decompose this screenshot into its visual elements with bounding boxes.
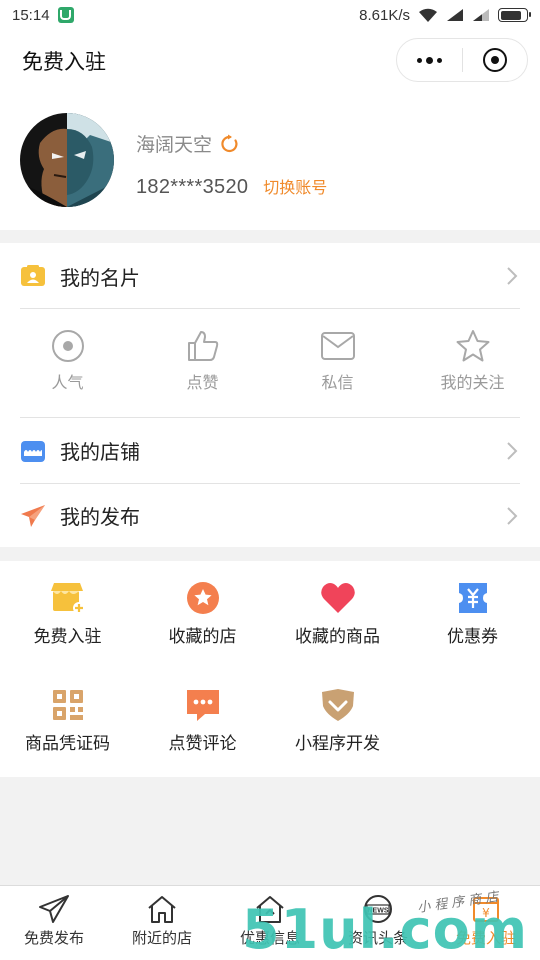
battery-icon <box>498 8 531 22</box>
grid-label: 收藏的店 <box>168 627 237 646</box>
stat-following[interactable]: 我的关注 <box>405 309 540 417</box>
signal-icon <box>447 9 463 21</box>
grid-item-coupons[interactable]: 优惠券 <box>405 581 540 647</box>
status-time: 15:14 <box>12 6 50 24</box>
tab-nearby-shops[interactable]: 附近的店 <box>108 886 216 960</box>
tab-label: 免费发布 <box>23 930 84 947</box>
my-card-label: 我的名片 <box>60 267 140 290</box>
stats-row: 人气 点赞 私信 我的关注 <box>0 309 540 417</box>
grid-label: 商品凭证码 <box>25 734 110 753</box>
yuan-badge-text: ¥ <box>482 906 490 920</box>
grid-label: 点赞评论 <box>168 734 237 753</box>
phone-number: 182****3520 <box>136 176 249 198</box>
star-icon <box>456 330 489 362</box>
stat-label: 点赞 <box>186 375 219 392</box>
paper-plane-icon <box>21 504 45 527</box>
close-target-icon <box>482 48 507 72</box>
yuan-shop-icon: ¥ <box>473 897 499 922</box>
my-card-row[interactable]: 我的名片 <box>20 243 520 309</box>
grid-item-fav-goods[interactable]: 收藏的商品 <box>270 581 405 647</box>
heart-icon <box>320 583 355 613</box>
tab-bar: 免费发布 附近的店 优惠信息 NEWS 资讯头条 ¥ 免费入驻 <box>0 885 540 960</box>
wifi-icon <box>419 8 437 22</box>
coupon-icon <box>458 583 487 613</box>
mini-program-capsule <box>396 38 528 82</box>
feature-grid: 免费入驻 收藏的店 收藏的商品 优惠券 商品凭证码 点赞评论 小程序开发 <box>0 561 540 777</box>
star-badge-icon <box>186 582 219 614</box>
grid-item-fav-shops[interactable]: 收藏的店 <box>135 581 270 647</box>
my-store-label: 我的店铺 <box>60 442 140 464</box>
home-icon <box>148 896 176 923</box>
my-store-row[interactable]: 我的店铺 <box>20 418 520 483</box>
page-title: 免费入驻 <box>22 51 106 74</box>
grid-label: 优惠券 <box>447 627 498 646</box>
tab-news[interactable]: NEWS 资讯头条 <box>324 886 432 960</box>
more-dots-icon <box>416 56 442 64</box>
tab-free-publish[interactable]: 免费发布 <box>0 886 108 960</box>
id-card-icon <box>21 265 45 286</box>
grid-item-like-comment[interactable]: 点赞评论 <box>135 688 270 754</box>
store-icon <box>21 440 45 462</box>
stat-likes[interactable]: 点赞 <box>135 309 270 417</box>
shield-icon <box>57 7 74 23</box>
stat-label: 人气 <box>51 375 84 392</box>
stat-label: 私信 <box>321 375 354 392</box>
grid-item-voucher-code[interactable]: 商品凭证码 <box>0 688 135 754</box>
net-speed: 8.61K/s <box>359 6 410 24</box>
more-button[interactable] <box>397 39 462 81</box>
diamond-check-icon <box>321 689 354 721</box>
menu-section: 我的名片 人气 点赞 私信 我的关注 我的店铺 我的发布 <box>0 243 540 547</box>
home-up-icon <box>256 896 284 923</box>
avatar[interactable] <box>20 113 114 207</box>
battery-fill <box>500 10 521 20</box>
send-icon <box>39 895 69 923</box>
signal-icon <box>473 9 489 21</box>
profile-card: 海阔天空 182****3520 切换账号 <box>0 92 540 230</box>
grid-item-free-join[interactable]: 免费入驻 <box>0 581 135 647</box>
qr-code-icon <box>52 690 83 720</box>
stat-messages[interactable]: 私信 <box>270 309 405 417</box>
tab-label: 附近的店 <box>131 930 192 947</box>
news-badge-text: NEWS <box>368 908 389 915</box>
tab-label: 优惠信息 <box>239 930 300 947</box>
tab-discount-info[interactable]: 优惠信息 <box>216 886 324 960</box>
close-button[interactable] <box>463 39 528 81</box>
my-posts-row[interactable]: 我的发布 <box>20 484 520 547</box>
stat-popularity[interactable]: 人气 <box>0 309 135 417</box>
eye-circle-icon <box>51 330 84 362</box>
chevron-right-icon <box>507 267 518 285</box>
shop-add-icon <box>50 583 85 614</box>
nickname: 海阔天空 <box>136 135 213 156</box>
nav-bar: 免费入驻 <box>0 30 540 92</box>
thumbs-up-icon <box>187 331 218 361</box>
stat-label: 我的关注 <box>440 375 505 392</box>
my-posts-label: 我的发布 <box>60 507 140 529</box>
switch-account-link[interactable]: 切换账号 <box>263 174 327 198</box>
tab-free-join[interactable]: ¥ 免费入驻 <box>432 886 540 960</box>
grid-label: 免费入驻 <box>33 627 102 646</box>
status-bar: 15:14 8.61K/s <box>0 0 540 30</box>
chevron-right-icon <box>507 441 518 460</box>
tab-label: 资讯头条 <box>347 930 408 947</box>
grid-label: 收藏的商品 <box>295 627 380 646</box>
news-icon: NEWS <box>364 895 392 923</box>
comment-icon <box>186 690 219 721</box>
mail-icon <box>320 332 355 360</box>
refresh-icon[interactable] <box>220 134 240 154</box>
tab-label: 免费入驻 <box>455 930 516 947</box>
grid-item-mini-program-dev[interactable]: 小程序开发 <box>270 688 405 754</box>
chevron-right-icon <box>507 506 518 525</box>
grid-label: 小程序开发 <box>295 734 380 753</box>
